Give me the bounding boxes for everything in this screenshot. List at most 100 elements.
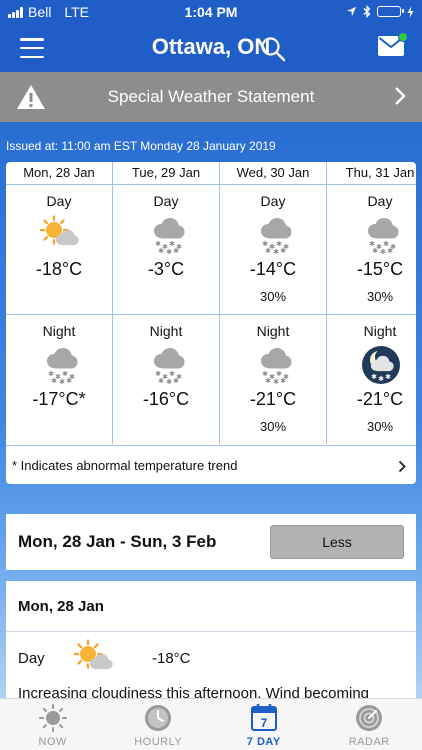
forecast-cell[interactable]: Day -18°C [6, 185, 113, 314]
svg-text:✱: ✱ [173, 247, 179, 255]
forecast-cell[interactable]: Night ✱ ✱ ✱ ✱ ✱ ✱ ✱ -21°C 30% [220, 315, 327, 444]
detail-date: Mon, 28 Jan [18, 598, 104, 615]
temperature: -15°C [356, 259, 404, 279]
svg-text:✱: ✱ [59, 378, 65, 385]
svg-text:✱: ✱ [158, 377, 164, 385]
cloud-snow-icon: ✱ ✱ ✱ ✱✱ ✱ ✱ [368, 218, 399, 255]
sun-icon [38, 704, 67, 732]
moon-snow-icon: ✱ ✱ ✱ [362, 346, 400, 384]
clock-icon [145, 705, 172, 731]
tab-label: HOURLY [134, 736, 183, 748]
svg-text:✱: ✱ [385, 373, 391, 381]
period-label: Night [256, 323, 290, 339]
location-icon [346, 6, 357, 17]
detail-temperature: -18°C [152, 650, 191, 667]
less-button[interactable]: Less [270, 525, 404, 559]
svg-text:✱: ✱ [378, 375, 384, 383]
day-detail-card: Mon, 28 Jan Day -18°C Increasing cloudin… [6, 581, 416, 699]
note-text: * Indicates abnormal temperature trend [12, 458, 238, 473]
tab-bar: NOW HOURLY 7 7 DAY RADAR [0, 698, 422, 750]
cloud-snow-icon: ✱ ✱ ✱ ✱✱ ✱ ✱ [261, 348, 292, 385]
forecast-grid[interactable]: Mon, 28 Jan Tue, 29 Jan Wed, 30 Jan Thu,… [6, 162, 416, 444]
battery-icon [377, 6, 404, 17]
tab-label: 7 DAY [246, 736, 281, 748]
tab-radar[interactable]: RADAR [317, 699, 422, 750]
day-header: Mon, 28 Jan [6, 162, 113, 184]
sun-cloud-icon [40, 215, 79, 246]
forecast-header-row: Mon, 28 Jan Tue, 29 Jan Wed, 30 Jan Thu,… [6, 162, 416, 184]
svg-text:✱: ✱ [265, 377, 271, 385]
weather-alert-banner[interactable]: Special Weather Statement [0, 72, 422, 122]
svg-text:✱: ✱ [380, 248, 386, 255]
tab-hourly[interactable]: HOURLY [106, 699, 212, 750]
forecast-cell[interactable]: Day ✱ ✱ ✱ ✱ ✱ ✱ ✱ -14°C 30% [220, 185, 327, 314]
week-range-bar: Mon, 28 Jan - Sun, 3 Feb Less [6, 514, 416, 570]
cloud-snow-icon: ✱ ✱ ✱ ✱✱ ✱ ✱ [154, 218, 185, 255]
period-label: Night [42, 323, 76, 339]
search-icon[interactable] [260, 36, 286, 62]
notification-dot [398, 32, 408, 42]
tab-7-day[interactable]: 7 7 DAY [211, 699, 317, 750]
svg-text:✱: ✱ [173, 377, 179, 385]
cloud-snow-icon: ✱ ✱ ✱ ✱✱ ✱ ✱ [47, 348, 78, 385]
period-label: Day [367, 193, 393, 209]
forecast-cell[interactable]: Night ✱ ✱ ✱ ✱ ✱ ✱ ✱ -17°C* [6, 315, 113, 444]
period-label: Night [363, 323, 397, 339]
temperature: -21°C [356, 389, 404, 409]
svg-text:✱: ✱ [280, 247, 286, 255]
svg-text:✱: ✱ [265, 247, 271, 255]
sun-cloud-icon [74, 639, 113, 670]
bluetooth-icon [363, 5, 371, 18]
svg-text:✱: ✱ [51, 377, 57, 385]
divider [6, 631, 416, 632]
forecast-cell[interactable]: Night ✱ ✱ ✱ -21°C 30% [327, 315, 416, 444]
tab-label: RADAR [348, 736, 390, 748]
chevron-right-icon [398, 460, 406, 473]
precip-chance: 30% [259, 289, 287, 304]
period-label: Day [46, 193, 72, 209]
day-header: Wed, 30 Jan [220, 162, 327, 184]
period-label: Day [260, 193, 286, 209]
svg-text:7: 7 [260, 716, 267, 730]
period-label: Night [149, 323, 183, 339]
charging-icon [407, 5, 414, 18]
temperature: -18°C [35, 259, 83, 279]
forecast-day-row: Day -18°C Day ✱ ✱ ✱ ✱ ✱ ✱ ✱ -3°C Day ✱ ✱ ✱ ✱ ✱ ✱ ✱ -… [6, 184, 416, 314]
svg-text:✱: ✱ [66, 377, 72, 385]
temperature: -17°C* [32, 389, 86, 409]
cloud-snow-icon: ✱ ✱ ✱ ✱✱ ✱ ✱ [261, 218, 292, 255]
radar-icon [356, 705, 383, 731]
tab-now[interactable]: NOW [0, 699, 106, 750]
calendar-icon: 7 [250, 704, 277, 731]
day-header: Tue, 29 Jan [113, 162, 220, 184]
alerts-mail-button[interactable] [378, 32, 408, 61]
forecast-cell[interactable]: Night ✱ ✱ ✱ ✱ ✱ ✱ ✱ -16°C [113, 315, 220, 444]
forecast-cell[interactable]: Day ✱ ✱ ✱ ✱ ✱ ✱ ✱ -15°C 30% [327, 185, 416, 314]
status-right [346, 5, 414, 18]
temperature: -16°C [142, 389, 190, 409]
svg-text:✱: ✱ [158, 247, 164, 255]
chevron-right-icon [395, 87, 406, 105]
forecast-night-row: Night ✱ ✱ ✱ ✱ ✱ ✱ ✱ -17°C* Night ✱ ✱ ✱ ✱ ✱ ✱ ✱ -16°C… [6, 314, 416, 444]
status-bar: Bell LTE 1:04 PM [0, 0, 422, 24]
temperature: -14°C [249, 259, 297, 279]
app-header: Ottawa, ON [0, 24, 422, 72]
temperature: -3°C [147, 259, 185, 279]
svg-text:✱: ✱ [273, 248, 279, 255]
day-header: Thu, 31 Jan [327, 162, 416, 184]
detail-period: Day [18, 650, 45, 667]
period-label: Day [153, 193, 179, 209]
forecast-card: Mon, 28 Jan Tue, 29 Jan Wed, 30 Jan Thu,… [6, 162, 416, 484]
svg-text:✱: ✱ [387, 247, 393, 255]
svg-text:✱: ✱ [280, 377, 286, 385]
svg-text:✱: ✱ [273, 378, 279, 385]
precip-chance: 30% [366, 419, 394, 434]
alert-title: Special Weather Statement [107, 87, 315, 106]
detail-description: Increasing cloudiness this afternoon. Wi… [18, 685, 370, 699]
forecast-cell[interactable]: Day ✱ ✱ ✱ ✱ ✱ ✱ ✱ -3°C [113, 185, 220, 314]
location-title[interactable]: Ottawa, ON [0, 34, 422, 60]
svg-text:✱: ✱ [371, 373, 377, 381]
abnormal-trend-note[interactable]: * Indicates abnormal temperature trend [6, 445, 416, 484]
svg-text:✱: ✱ [372, 247, 378, 255]
tab-label: NOW [38, 736, 67, 748]
